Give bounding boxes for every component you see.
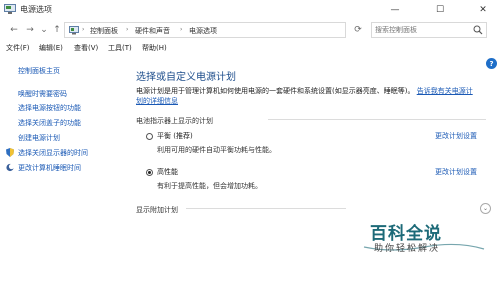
search-input[interactable] <box>375 24 470 36</box>
divider <box>268 119 486 120</box>
up-arrow-icon[interactable]: ↑ <box>51 24 63 36</box>
shield-icon <box>6 148 14 157</box>
breadcrumb-separator: › <box>126 26 129 33</box>
section-label: 电池指示器上显示的计划 <box>136 117 213 125</box>
high-performance-plan-radio[interactable] <box>146 169 153 176</box>
moon-icon <box>6 163 14 172</box>
maximize-button[interactable]: ☐ <box>425 0 455 20</box>
balanced-plan-name: 平衡 (推荐) <box>157 132 193 140</box>
help-icon[interactable]: ? <box>486 58 497 69</box>
refresh-icon[interactable]: ⟳ <box>352 24 364 36</box>
recent-locations-icon[interactable]: ⌄ <box>38 24 50 36</box>
balanced-plan-desc: 利用可用的硬件自动平衡功耗与性能。 <box>157 146 276 154</box>
high-performance-plan-desc: 有利于提高性能，但会增加功耗。 <box>157 182 262 190</box>
minimize-button[interactable]: — <box>380 0 410 20</box>
search-box[interactable] <box>371 22 487 38</box>
breadcrumb-power-options[interactable]: 电源选项 <box>189 26 217 36</box>
search-icon[interactable] <box>473 25 483 35</box>
breadcrumb-separator: › <box>180 26 183 33</box>
menu-help[interactable]: 帮助(H) <box>142 43 167 53</box>
control-panel-icon <box>69 26 79 35</box>
menu-bar: 文件(F) 编辑(E) 查看(V) 工具(T) 帮助(H) <box>0 42 500 56</box>
sidebar-item-require-password[interactable]: 唤醒时需要密码 <box>18 89 67 99</box>
sidebar-item-sleep-time[interactable]: 更改计算机睡眠时间 <box>18 163 81 173</box>
description-text: 电源计划是用于管理计算机如何使用电源的一套硬件和系统设置(如显示器亮度、睡眠等)… <box>136 87 415 95</box>
watermark-subtitle: 助你轻松解决 <box>374 244 441 254</box>
sidebar-item-display-off[interactable]: 选择关闭显示器的时间 <box>18 148 88 158</box>
back-arrow-icon[interactable]: ← <box>8 24 20 36</box>
menu-edit[interactable]: 编辑(E) <box>39 43 63 53</box>
plan-description: 电源计划是用于管理计算机如何使用电源的一套硬件和系统设置(如显示器亮度、睡眠等)… <box>136 86 476 106</box>
forward-arrow-icon[interactable]: → <box>24 24 36 36</box>
balanced-plan-radio[interactable] <box>146 133 153 140</box>
balanced-change-settings-link[interactable]: 更改计划设置 <box>435 131 477 141</box>
address-bar[interactable]: › 控制面板 › 硬件和声音 › 电源选项 ⌄ <box>64 22 400 38</box>
divider <box>186 208 346 209</box>
sidebar-item-close-lid[interactable]: 选择关闭盖子的功能 <box>18 118 81 128</box>
high-performance-change-settings-link[interactable]: 更改计划设置 <box>435 167 477 177</box>
menu-view[interactable]: 查看(V) <box>74 43 98 53</box>
sidebar-control-panel-home[interactable]: 控制面板主页 <box>18 66 60 76</box>
breadcrumb-hardware-sound[interactable]: 硬件和声音 <box>135 26 170 36</box>
title-bar: 电源选项 — ☐ ✕ <box>0 0 500 20</box>
sidebar-item-power-button[interactable]: 选择电源按钮的功能 <box>18 103 81 113</box>
window-title: 电源选项 <box>20 5 52 14</box>
page-heading: 选择或自定义电源计划 <box>136 72 236 83</box>
breadcrumb-control-panel[interactable]: 控制面板 <box>90 26 118 36</box>
menu-file[interactable]: 文件(F) <box>6 43 30 53</box>
show-additional-plans-label[interactable]: 显示附加计划 <box>136 205 178 215</box>
breadcrumb-separator: › <box>82 26 85 33</box>
sidebar-item-create-plan[interactable]: 创建电源计划 <box>18 133 60 143</box>
power-options-icon <box>4 4 16 14</box>
close-button[interactable]: ✕ <box>468 0 498 20</box>
high-performance-plan-name: 高性能 <box>157 168 178 176</box>
menu-tools[interactable]: 工具(T) <box>108 43 132 53</box>
